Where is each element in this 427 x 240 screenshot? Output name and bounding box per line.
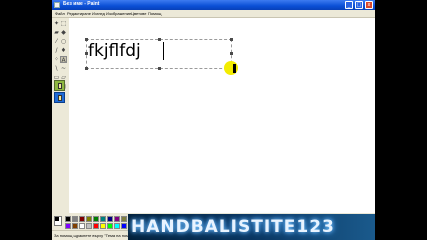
color-swatch[interactable] — [100, 216, 106, 222]
color-swatch[interactable] — [107, 216, 113, 222]
color-swatch[interactable] — [79, 216, 85, 222]
magnifier-icon[interactable]: ○ — [60, 38, 67, 45]
line-icon[interactable]: \ — [53, 65, 60, 72]
resize-handle[interactable] — [230, 52, 233, 55]
text-icon[interactable]: A — [60, 56, 67, 64]
window-title: Без име - Paint — [63, 1, 100, 7]
current-colors-icon — [54, 216, 62, 226]
resize-handle[interactable] — [85, 67, 88, 70]
menu-image[interactable]: Изображение — [106, 11, 131, 16]
menu-view[interactable]: Изглед — [92, 11, 105, 16]
fill-icon[interactable]: ◆ — [60, 29, 67, 36]
maximize-button[interactable]: □ — [355, 1, 363, 9]
color-swatch[interactable] — [121, 223, 127, 229]
text-caret — [163, 42, 164, 60]
eraser-icon[interactable]: ▰ — [53, 29, 60, 36]
resize-handle[interactable] — [158, 67, 161, 70]
paint-window: Без име - Paint _ □ x Файл Редактиране И… — [52, 0, 375, 240]
color-swatch[interactable] — [93, 223, 99, 229]
menu-file[interactable]: Файл — [55, 11, 65, 16]
color-swatch[interactable] — [65, 216, 71, 222]
toolbox: ✦ ⬚ ▰ ◆ ⁄ ○ / ♦ ⁘ A \ ~ ▭ ▱ ⬭ ▢ — [52, 18, 68, 214]
pencil-icon[interactable]: / — [53, 47, 60, 54]
canvas[interactable]: fkjflfdj — [69, 18, 375, 213]
minimize-button[interactable]: _ — [345, 1, 353, 9]
color-swatch[interactable] — [121, 216, 127, 222]
title-bar[interactable]: Без име - Paint _ □ x — [52, 0, 375, 10]
menu-colors[interactable]: Цветове — [131, 11, 146, 16]
color-picker-icon[interactable]: ⁄ — [53, 38, 60, 45]
transparent-background-option-icon[interactable] — [54, 92, 65, 103]
brush-icon[interactable]: ♦ — [60, 47, 67, 54]
opaque-background-option-icon[interactable] — [54, 80, 65, 91]
paint-app-icon — [54, 2, 60, 8]
resize-handle[interactable] — [158, 38, 161, 41]
menu-edit[interactable]: Редактиране — [67, 11, 91, 16]
color-swatch[interactable] — [107, 223, 113, 229]
typed-text[interactable]: fkjflfdj — [88, 39, 141, 63]
color-swatch[interactable] — [79, 223, 85, 229]
color-swatch[interactable] — [65, 223, 71, 229]
free-select-icon[interactable]: ✦ — [53, 20, 60, 27]
curve-icon[interactable]: ~ — [60, 65, 67, 72]
watermark-banner: HANDBALISTITE123 — [128, 214, 375, 240]
color-swatch[interactable] — [114, 216, 120, 222]
color-swatch[interactable] — [114, 223, 120, 229]
color-swatch[interactable] — [86, 223, 92, 229]
resize-handle[interactable] — [230, 38, 233, 41]
menu-bar: Файл Редактиране Изглед Изображение Цвет… — [52, 10, 375, 18]
color-swatch[interactable] — [72, 216, 78, 222]
color-swatch[interactable] — [72, 223, 78, 229]
close-button[interactable]: x — [365, 1, 373, 9]
watermark-text: HANDBALISTITE123 — [131, 217, 335, 237]
rect-select-icon[interactable]: ⬚ — [60, 20, 67, 27]
airbrush-icon[interactable]: ⁘ — [53, 56, 60, 63]
color-swatch[interactable] — [93, 216, 99, 222]
menu-help[interactable]: Помощ — [148, 11, 161, 16]
color-swatch[interactable] — [100, 223, 106, 229]
color-swatch[interactable] — [86, 216, 92, 222]
text-cursor-icon — [233, 64, 236, 73]
